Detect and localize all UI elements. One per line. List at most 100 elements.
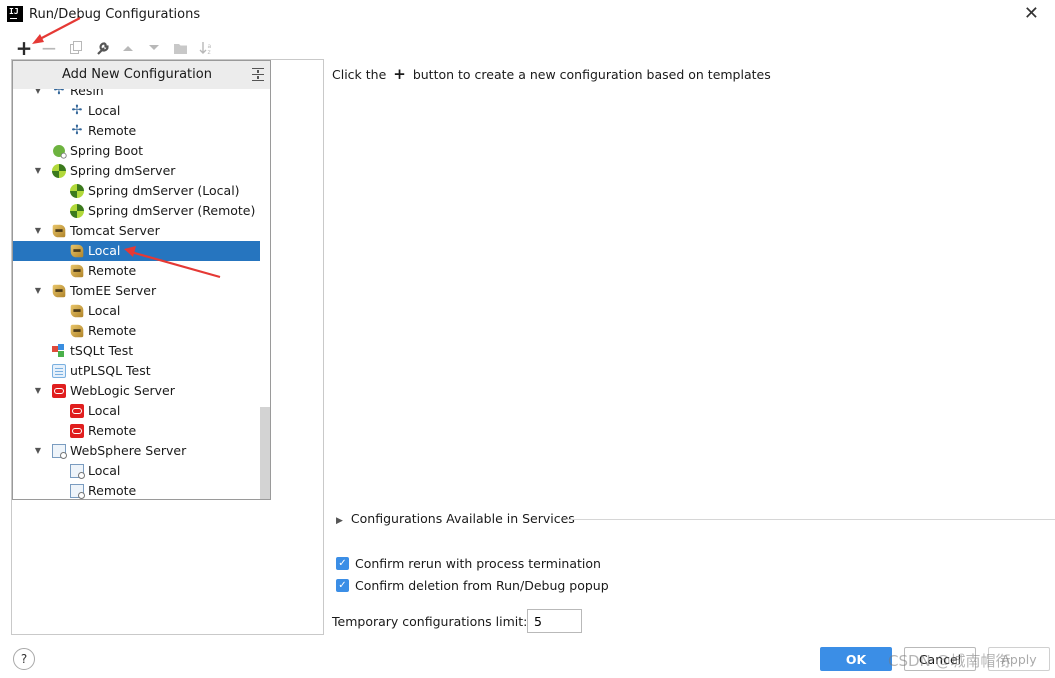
list-item-label: Remote xyxy=(88,123,137,138)
separator xyxy=(566,519,1055,520)
close-icon[interactable]: ✕ xyxy=(1024,5,1039,23)
list-item-websphere-local[interactable]: Local xyxy=(13,461,270,481)
list-item-spring-dmserver[interactable]: ▼ Spring dmServer xyxy=(13,161,270,181)
tomee-icon xyxy=(70,324,84,338)
weblogic-icon xyxy=(52,384,66,398)
services-label: Configurations Available in Services xyxy=(350,511,575,526)
weblogic-icon xyxy=(70,424,84,438)
confirm-rerun-label: Confirm rerun with process termination xyxy=(355,556,601,571)
expand-arrow-icon: ▼ xyxy=(34,386,42,395)
list-item-spring-dmserver-local[interactable]: Spring dmServer (Local) xyxy=(13,181,270,201)
list-item-label: Local xyxy=(88,303,121,318)
popup-title: Add New Configuration xyxy=(62,67,212,82)
list-item-label: Spring dmServer (Remote) xyxy=(88,203,256,218)
edit-templates-button[interactable] xyxy=(93,39,111,57)
spring-icon xyxy=(70,184,84,198)
list-item-resin[interactable]: ▼ ✢ Resin xyxy=(13,89,270,101)
copy-configuration-button[interactable] xyxy=(67,39,85,57)
window-title: Run/Debug Configurations xyxy=(29,7,201,22)
resin-icon: ✢ xyxy=(71,103,83,118)
list-item-spring-dmserver-remote[interactable]: Spring dmServer (Remote) xyxy=(13,201,270,221)
tomcat-icon xyxy=(52,224,66,238)
spring-icon xyxy=(52,164,66,178)
list-item-tomee-remote[interactable]: Remote xyxy=(13,321,270,341)
services-section-toggle[interactable]: ▶ Configurations Available in Services xyxy=(336,511,575,526)
expand-arrow-icon: ▼ xyxy=(34,166,42,175)
sort-button[interactable]: az xyxy=(197,39,215,57)
confirm-deletion-checkbox[interactable]: ✓ Confirm deletion from Run/Debug popup xyxy=(336,578,609,593)
sort-icon: az xyxy=(199,42,211,55)
popup-header: Add New Configuration xyxy=(13,61,270,89)
temporary-limit-label: Temporary configurations limit: xyxy=(332,614,528,629)
list-item-tomcat-server[interactable]: ▼ Tomcat Server xyxy=(13,221,270,241)
svg-text:z: z xyxy=(207,49,210,55)
list-item-label: Remote xyxy=(88,423,137,438)
help-button[interactable]: ? xyxy=(13,648,35,670)
list-item-label: Remote xyxy=(88,323,137,338)
list-item-tsqlt-test[interactable]: tSQLt Test xyxy=(13,341,270,361)
list-item-spring-boot[interactable]: Spring Boot xyxy=(13,141,270,161)
list-item-label: Resin xyxy=(70,89,104,98)
scrollbar-thumb[interactable] xyxy=(260,407,270,499)
list-item-tomcat-remote[interactable]: Remote xyxy=(13,261,270,281)
spring-boot-icon xyxy=(53,145,67,159)
watermark: CSDN @城南帽衔 xyxy=(888,652,1011,670)
collapse-all-icon[interactable] xyxy=(252,65,266,83)
list-item-label: Local xyxy=(88,103,121,118)
list-item-utplsql-test[interactable]: utPLSQL Test xyxy=(13,361,270,381)
copy-icon xyxy=(70,41,82,54)
list-item-websphere-remote[interactable]: Remote xyxy=(13,481,270,499)
list-item-tomcat-local[interactable]: Local xyxy=(13,241,270,261)
wrench-icon xyxy=(96,41,109,55)
ok-button[interactable]: OK xyxy=(820,647,892,671)
temporary-limit-input[interactable] xyxy=(527,609,582,633)
arrow-up-icon xyxy=(123,46,133,51)
list-item-label: Local xyxy=(88,463,121,478)
spring-icon xyxy=(70,204,84,218)
checkmark-icon: ✓ xyxy=(336,579,349,592)
list-item-resin-remote[interactable]: ✢ Remote xyxy=(13,121,270,141)
arrow-down-icon xyxy=(149,45,159,50)
chevron-right-icon: ▶ xyxy=(336,516,343,526)
list-item-label: Remote xyxy=(88,483,137,498)
configuration-type-list: ▼ ✢ Resin ✢ Local ✢ Remote Spring Boot ▼… xyxy=(13,89,270,499)
remove-configuration-button[interactable]: − xyxy=(40,36,58,60)
plus-icon: + xyxy=(15,36,33,60)
tsqlt-icon xyxy=(52,344,66,358)
list-item-label: Spring dmServer xyxy=(70,163,176,178)
list-item-websphere-server[interactable]: ▼ WebSphere Server xyxy=(13,441,270,461)
tomcat-icon xyxy=(70,264,84,278)
list-item-resin-local[interactable]: ✢ Local xyxy=(13,101,270,121)
minus-icon: − xyxy=(40,36,58,60)
empty-state-hint: Click the + button to create a new confi… xyxy=(332,67,771,83)
hint-text-end: button to create a new configuration bas… xyxy=(412,67,771,82)
expand-arrow-icon: ▼ xyxy=(34,226,42,235)
list-item-label: Spring Boot xyxy=(70,143,144,158)
list-item-label: utPLSQL Test xyxy=(70,363,151,378)
expand-arrow-icon: ▼ xyxy=(34,89,42,95)
list-item-weblogic-server[interactable]: ▼ WebLogic Server xyxy=(13,381,270,401)
folder-icon xyxy=(173,43,187,54)
list-item-tomee-local[interactable]: Local xyxy=(13,301,270,321)
list-item-weblogic-remote[interactable]: Remote xyxy=(13,421,270,441)
title-bar: IJ Run/Debug Configurations ✕ xyxy=(0,0,1055,30)
list-item-label: Local xyxy=(88,243,121,258)
list-item-label: TomEE Server xyxy=(70,283,157,298)
add-configuration-button[interactable]: + xyxy=(15,36,33,60)
expand-arrow-icon: ▼ xyxy=(34,446,42,455)
list-item-weblogic-local[interactable]: Local xyxy=(13,401,270,421)
list-item-label: Remote xyxy=(88,263,137,278)
move-into-folder-button[interactable] xyxy=(171,39,189,57)
resin-icon: ✢ xyxy=(71,123,83,138)
tomee-icon xyxy=(70,304,84,318)
list-item-tomee-server[interactable]: ▼ TomEE Server xyxy=(13,281,270,301)
move-up-button[interactable] xyxy=(119,39,137,57)
list-item-label: Local xyxy=(88,403,121,418)
intellij-logo-icon: IJ xyxy=(7,6,23,22)
websphere-icon xyxy=(70,464,85,479)
move-down-button[interactable] xyxy=(145,39,163,57)
websphere-icon xyxy=(52,444,67,459)
add-new-configuration-popup: Add New Configuration ▼ ✢ Resin ✢ Local … xyxy=(12,60,271,500)
tomee-icon xyxy=(52,284,66,298)
confirm-rerun-checkbox[interactable]: ✓ Confirm rerun with process termination xyxy=(336,556,601,571)
